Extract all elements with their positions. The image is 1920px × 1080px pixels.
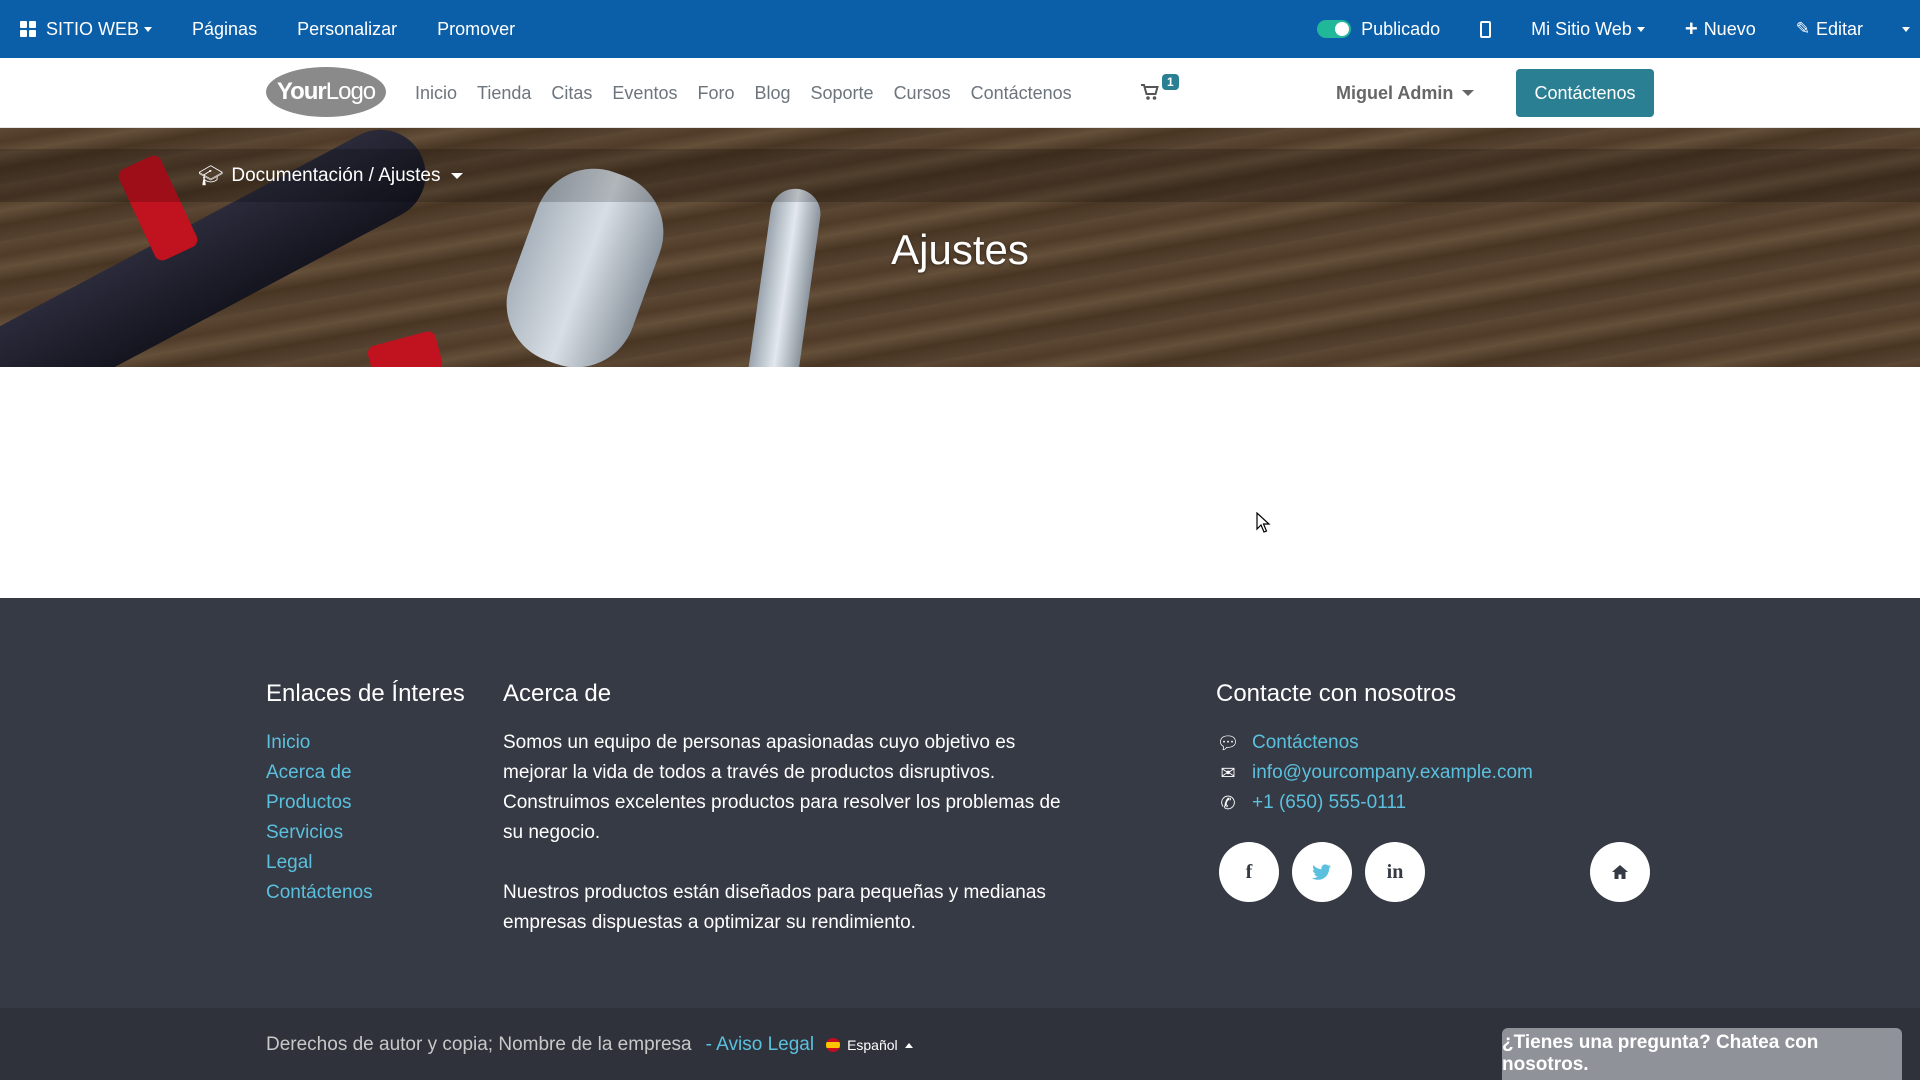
user-name: Miguel Admin xyxy=(1336,82,1454,103)
page-title: Ajustes xyxy=(891,226,1029,273)
nav-item-inicio[interactable]: Inicio xyxy=(415,83,457,104)
contact-line-phone: ✆ +1 (650) 555-0111 xyxy=(1216,788,1533,818)
logo-text-bold: Your xyxy=(276,78,327,105)
nav-item-cursos[interactable]: Cursos xyxy=(894,83,951,104)
chevron-down-icon xyxy=(1902,26,1910,32)
publish-label: Publicado xyxy=(1361,18,1441,39)
footer-link-legal[interactable]: Legal xyxy=(266,852,313,873)
legal-notice-link[interactable]: - Aviso Legal xyxy=(706,1034,814,1056)
chevron-down-icon xyxy=(1636,26,1645,32)
twitter-icon[interactable] xyxy=(1292,842,1352,902)
admin-bar: SITIO WEB Páginas Personalizar Promover … xyxy=(0,0,1920,58)
footer-about-column: Acerca de Somos un equipo de personas ap… xyxy=(503,680,1063,938)
cart-link[interactable]: 1 xyxy=(1140,74,1179,102)
customize-menu[interactable]: Personalizar xyxy=(277,0,417,58)
footer-email-link[interactable]: info@yourcompany.example.com xyxy=(1252,758,1533,788)
language-selector[interactable]: Español xyxy=(826,1037,913,1053)
docs-breadcrumb-dropdown[interactable]: 🎓︎ Documentación / Ajustes xyxy=(198,149,463,202)
footer-contact-column: Contacte con nosotros 💬︎ Contáctenos ✉ i… xyxy=(1216,680,1533,818)
toggle-switch-icon xyxy=(1317,20,1352,38)
social-links: f in xyxy=(1219,842,1438,902)
copyright-row: Derechos de autor y copia; Nombre de la … xyxy=(266,1034,913,1056)
chevron-up-icon xyxy=(904,1042,913,1048)
home-icon[interactable] xyxy=(1590,842,1650,902)
apps-grid-icon xyxy=(20,21,36,37)
facebook-icon[interactable]: f xyxy=(1219,842,1279,902)
language-label: Español xyxy=(847,1037,898,1053)
mobile-phone-icon xyxy=(1480,20,1492,38)
background-needle-nose-jaw xyxy=(746,185,824,367)
footer-link-acerca[interactable]: Acerca de xyxy=(266,762,352,783)
new-label: Nuevo xyxy=(1703,18,1756,39)
nav-item-soporte[interactable]: Soporte xyxy=(811,83,874,104)
shopping-cart-icon xyxy=(1141,84,1159,100)
nav-item-foro[interactable]: Foro xyxy=(697,83,734,104)
pencil-icon: ✎ xyxy=(1795,19,1810,38)
background-pliers-grip-2 xyxy=(366,329,444,367)
site-footer: Enlaces de Ínteres Inicio Acerca de Prod… xyxy=(0,598,1920,1008)
footer-contact-link[interactable]: Contáctenos xyxy=(1252,728,1359,758)
nav-item-blog[interactable]: Blog xyxy=(754,83,790,104)
hero-banner: 🎓︎ Documentación / Ajustes Ajustes xyxy=(0,128,1920,367)
app-menu-button[interactable]: SITIO WEB xyxy=(0,0,172,58)
logo-text-light: Logo xyxy=(325,78,376,105)
footer-contact-title: Contacte con nosotros xyxy=(1216,680,1457,707)
nav-item-citas[interactable]: Citas xyxy=(551,83,592,104)
footer-link-productos[interactable]: Productos xyxy=(266,792,352,813)
nav-item-tienda[interactable]: Tienda xyxy=(477,83,531,104)
copyright-text: Derechos de autor y copia; Nombre de la … xyxy=(266,1034,692,1055)
mobile-preview-button[interactable] xyxy=(1460,0,1511,58)
spain-flag-icon xyxy=(826,1038,841,1052)
pages-menu[interactable]: Páginas xyxy=(172,0,277,58)
user-menu[interactable]: Miguel Admin xyxy=(1336,58,1475,128)
contact-us-button[interactable]: Contáctenos xyxy=(1516,69,1654,117)
app-menu-label: SITIO WEB xyxy=(46,18,140,39)
nav-item-contactenos[interactable]: Contáctenos xyxy=(971,83,1072,104)
nav-item-eventos[interactable]: Eventos xyxy=(612,83,677,104)
linkedin-icon[interactable]: in xyxy=(1365,842,1425,902)
website-switcher-label: Mi Sitio Web xyxy=(1531,18,1632,39)
twitter-bird-icon xyxy=(1312,863,1331,880)
footer-link-contactenos[interactable]: Contáctenos xyxy=(266,882,373,903)
footer-phone-link[interactable]: +1 (650) 555-0111 xyxy=(1252,788,1406,818)
live-chat-button[interactable]: ¿Tienes una pregunta? Chatea con nosotro… xyxy=(1502,1028,1902,1080)
website-switcher[interactable]: Mi Sitio Web xyxy=(1511,0,1665,58)
site-header: Your Logo Inicio Tienda Citas Eventos For… xyxy=(0,58,1920,128)
comment-icon: 💬︎ xyxy=(1216,733,1240,753)
more-dropdown[interactable] xyxy=(1883,0,1920,58)
footer-links-title: Enlaces de Ínteres xyxy=(266,680,465,707)
envelope-icon: ✉ xyxy=(1220,763,1236,783)
plus-icon: + xyxy=(1684,16,1698,41)
footer-link-inicio[interactable]: Inicio xyxy=(266,732,310,753)
publish-toggle[interactable]: Publicado xyxy=(1297,0,1460,58)
footer-about-title: Acerca de xyxy=(503,680,612,707)
new-button[interactable]: + Nuevo xyxy=(1665,0,1776,58)
house-glyph-icon xyxy=(1612,865,1628,879)
contact-line-chat: 💬︎ Contáctenos xyxy=(1216,728,1533,758)
contact-line-email: ✉ info@yourcompany.example.com xyxy=(1216,758,1533,788)
footer-links-column: Enlaces de Ínteres Inicio Acerca de Prod… xyxy=(266,680,465,908)
phone-icon: ✆ xyxy=(1220,793,1236,813)
main-nav: Inicio Tienda Citas Eventos Foro Blog So… xyxy=(415,58,1092,128)
edit-button[interactable]: ✎ Editar xyxy=(1776,0,1883,58)
edit-label: Editar xyxy=(1815,18,1863,39)
footer-link-servicios[interactable]: Servicios xyxy=(266,822,343,843)
footer-about-paragraph-1: Somos un equipo de personas apasionadas … xyxy=(503,732,1061,843)
promote-menu[interactable]: Promover xyxy=(417,0,535,58)
breadcrumb-label: Documentación / Ajustes xyxy=(231,164,441,186)
footer-about-paragraph-2: Nuestros productos están diseñados para … xyxy=(503,882,1046,933)
chevron-down-icon xyxy=(1462,90,1475,96)
chevron-down-icon xyxy=(450,172,463,179)
mouse-cursor-icon xyxy=(1256,512,1271,533)
graduation-cap-icon: 🎓︎ xyxy=(198,165,224,187)
chevron-down-icon xyxy=(144,26,153,32)
site-logo[interactable]: Your Logo xyxy=(266,67,386,117)
cart-count-badge: 1 xyxy=(1162,74,1179,90)
